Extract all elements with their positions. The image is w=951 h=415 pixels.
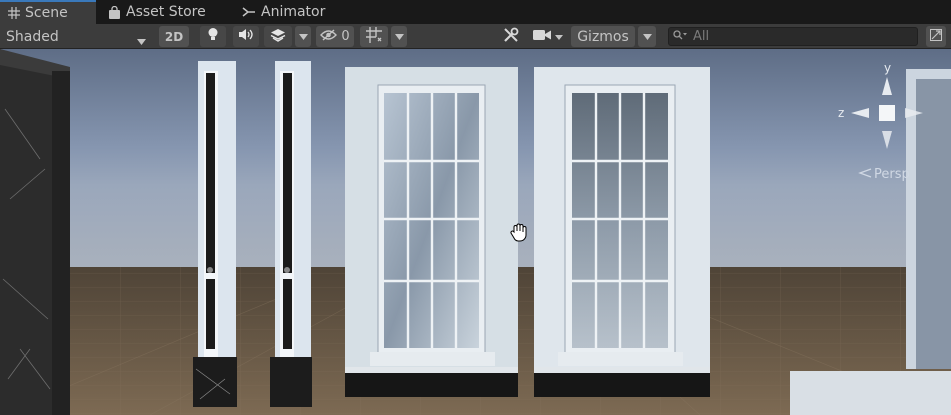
chevron-down-icon [137,33,146,49]
animator-icon [242,6,256,18]
scene-search-field[interactable]: All [668,27,918,46]
speaker-icon [238,28,254,45]
pillar-1 [193,61,237,407]
tools-button[interactable] [498,26,524,47]
search-icon [673,29,687,44]
maximize-icon [930,28,942,45]
toggle-2d-label: 2D [164,29,184,44]
eye-slash-icon [320,28,338,45]
search-placeholder: All [693,29,710,44]
hidden-count: 0 [341,29,350,44]
grid-dropdown-button[interactable] [391,26,407,47]
tab-asset-store[interactable]: Asset Store [108,0,228,24]
perspective-icon [858,167,872,182]
layers-icon [270,28,286,46]
audio-toggle-button[interactable] [233,26,259,47]
effects-toggle-button[interactable] [264,26,292,47]
scene-viewport[interactable]: y z Persp [0,49,951,415]
toggle-2d-button[interactable]: 2D [159,26,189,47]
chevron-down-icon [394,29,404,44]
camera-icon [533,29,551,45]
tab-scene[interactable]: Scene [0,0,96,24]
shopping-bag-icon [108,5,121,19]
pillar-2 [270,61,312,407]
gizmos-dropdown-button[interactable] [638,26,656,47]
tab-asset-store-label: Asset Store [126,4,206,20]
grid-toggle-button[interactable] [360,26,388,47]
light-bulb-icon [207,27,219,46]
gizmo-y-label: y [884,61,891,75]
tab-scene-label: Scene [25,5,68,21]
scene-toolbar: Shaded 2D 0 Gizmos All [0,24,951,49]
grid-icon [8,7,20,19]
draw-mode-dropdown[interactable]: Shaded [2,26,152,47]
chevron-down-icon [555,29,563,44]
gizmo-z-label: z [838,106,844,120]
scene-options-button[interactable] [926,26,946,47]
tools-icon [503,27,519,47]
projection-toggle[interactable]: Persp [858,167,910,182]
chevron-down-icon [642,29,652,44]
scene-render: y z [0,49,951,415]
tab-animator-label: Animator [261,4,326,20]
grid-snap-icon [366,26,382,47]
draw-mode-label: Shaded [6,28,59,45]
window-panel-2 [534,67,710,397]
lighting-toggle-button[interactable] [200,26,226,47]
scene-visibility-button[interactable]: 0 [316,26,354,47]
tab-animator[interactable]: Animator [242,0,352,24]
window-panel-1 [345,67,518,397]
tab-bar: Scene Asset Store Animator [0,0,951,24]
projection-label: Persp [874,167,910,182]
effects-dropdown-button[interactable] [295,26,311,47]
gizmos-button[interactable]: Gizmos [571,26,635,47]
unity-scene-window: Scene Asset Store Animator Shaded 2D 0 G… [0,0,951,415]
camera-settings-button[interactable] [530,26,566,47]
chevron-down-icon [298,29,308,44]
gizmos-label: Gizmos [577,28,629,45]
